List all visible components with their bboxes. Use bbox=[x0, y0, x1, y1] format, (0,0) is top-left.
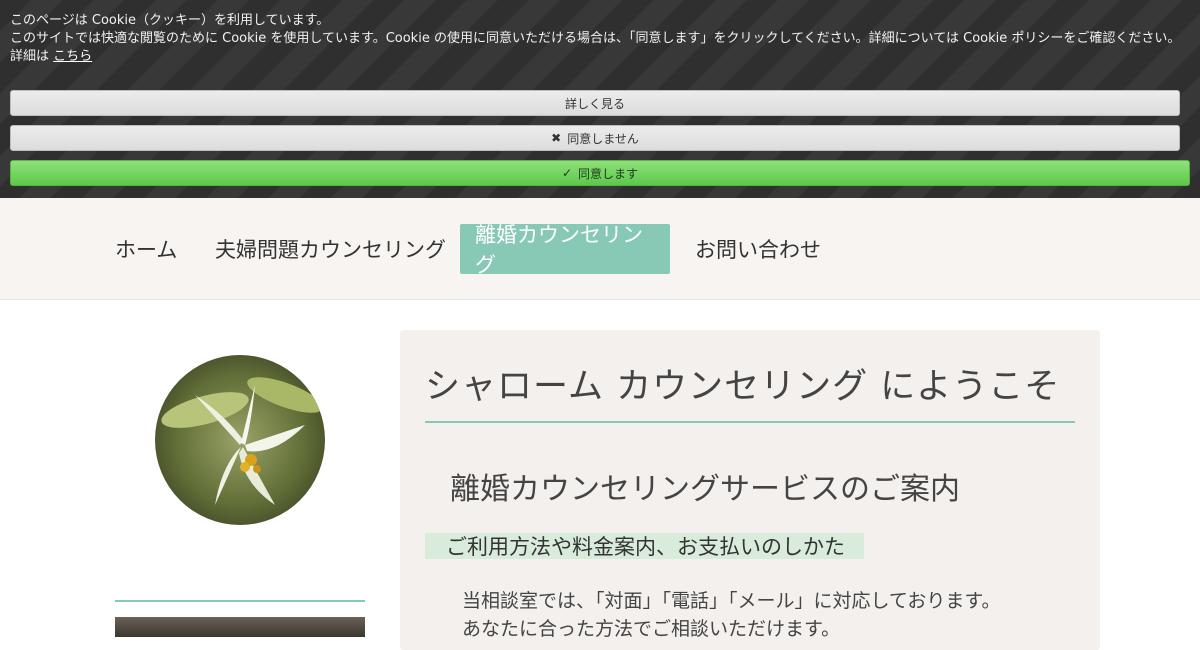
learn-more-button[interactable]: 詳しく見る bbox=[10, 90, 1180, 116]
nav-item-divorce-counseling[interactable]: 離婚カウンセリング bbox=[460, 223, 670, 277]
title-divider bbox=[425, 421, 1075, 423]
nav-item-contact[interactable]: お問い合わせ bbox=[680, 224, 836, 274]
accept-label: 同意します bbox=[578, 166, 639, 181]
check-icon: ✓ bbox=[561, 166, 573, 180]
nav-item-label: お問い合わせ bbox=[695, 238, 821, 262]
nav-item-label: ホーム bbox=[115, 238, 178, 262]
cookie-detail-line: 詳細は こちら bbox=[10, 48, 1190, 66]
decline-button[interactable]: ✖ 同意しません bbox=[10, 125, 1180, 151]
learn-more-label: 詳しく見る bbox=[564, 96, 625, 111]
close-icon: ✖ bbox=[551, 131, 562, 145]
welcome-section: シャローム カウンセリング にようこそ 離婚カウンセリングサービスのご案内 ご利… bbox=[400, 330, 1100, 650]
highlight-banner: ご利用方法や料金案内、お支払いのしかた bbox=[425, 533, 864, 559]
decline-label: 同意しません bbox=[567, 131, 639, 146]
body-text-line: あなたに合った方法でご相談いただけます。 bbox=[462, 618, 841, 640]
sidebar-photo bbox=[115, 617, 365, 637]
accept-button[interactable]: ✓ 同意します bbox=[10, 160, 1190, 186]
highlight-text: ご利用方法や料金案内、お支払いのしかた bbox=[446, 535, 845, 559]
cookie-banner: このページは Cookie（クッキー）を利用しています。 このサイトでは快適な閲… bbox=[0, 0, 1200, 198]
nav-item-home[interactable]: ホーム bbox=[100, 224, 192, 274]
main-navigation: ホーム 夫婦問題カウンセリング 離婚カウンセリング お問い合わせ bbox=[0, 198, 1200, 300]
body-text-line: 当相談室では、「対面」「電話」「メール」に対応しております。 bbox=[462, 590, 1001, 612]
nav-item-couple-counseling[interactable]: 夫婦問題カウンセリング bbox=[200, 224, 461, 274]
cookie-detail-prefix: 詳細は bbox=[10, 49, 50, 64]
cookie-description: このサイトでは快適な閲覧のために Cookie を使用しています。Cookie … bbox=[10, 31, 1181, 46]
lily-flower-image bbox=[161, 377, 323, 505]
nav-item-label: 離婚カウンセリング bbox=[475, 223, 643, 277]
avatar-lily-photo bbox=[155, 355, 325, 525]
cookie-detail-link[interactable]: こちら bbox=[53, 49, 92, 64]
section-heading: 離婚カウンセリングサービスのご案内 bbox=[450, 472, 960, 507]
cookie-message: このページは Cookie（クッキー）を利用しています。 このサイトでは快適な閲… bbox=[10, 12, 1190, 66]
nav-item-label: 夫婦問題カウンセリング bbox=[215, 238, 446, 262]
cookie-title: このページは Cookie（クッキー）を利用しています。 bbox=[10, 13, 330, 28]
sidebar-divider bbox=[115, 600, 365, 602]
page-title: シャローム カウンセリング にようこそ bbox=[425, 367, 1061, 407]
